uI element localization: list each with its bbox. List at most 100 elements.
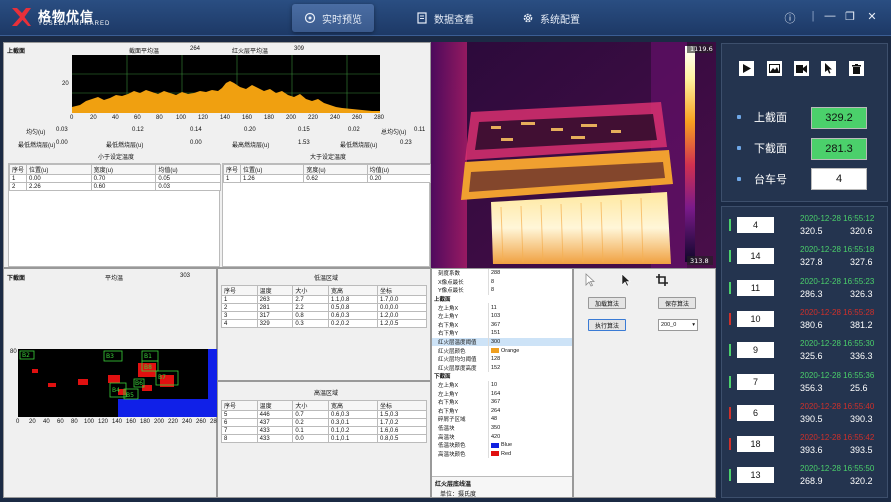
table-row[interactable]: 2 281 2.2 0.5,0.8 0.0,0.0: [221, 303, 428, 312]
timestamp: 2020-12-28 16:55:12: [800, 214, 875, 223]
property-value[interactable]: 10: [488, 380, 572, 390]
col-header: 序号: [221, 285, 258, 296]
table-row[interactable]: 3 317 0.8 0.6,0.3 1.2,0.0: [221, 311, 428, 320]
record-button[interactable]: [794, 61, 809, 76]
property-row[interactable]: 低温块颜色 Blue: [432, 440, 572, 450]
property-value[interactable]: Orange: [488, 346, 572, 355]
history-record[interactable]: 6 2020-12-28 16:55:40 390.5 390.3: [722, 399, 889, 430]
property-row[interactable]: 碎屑子区域 48: [432, 415, 572, 424]
property-value[interactable]: 350: [488, 423, 572, 433]
property-row[interactable]: Y像点最长 8: [432, 286, 572, 295]
upper-section-panel: 上截面 截面平均温 264 红火层平均温 309 20 0 20 40 60 8…: [3, 42, 432, 268]
property-value[interactable]: 152: [488, 363, 572, 373]
history-record[interactable]: 13 2020-12-28 16:55:50 268.9 320.2: [722, 461, 889, 492]
history-record[interactable]: 9 2020-12-28 16:55:30 325.6 336.3: [722, 336, 889, 367]
property-key: 高温块颜色: [438, 451, 466, 458]
property-row[interactable]: 红火层颜色 Orange: [432, 346, 572, 355]
region-label: B5: [126, 392, 134, 399]
property-row[interactable]: 红火层厚度高度 152: [432, 363, 572, 373]
pointer-icon[interactable]: [584, 273, 596, 287]
minimize-button[interactable]: —: [822, 10, 838, 22]
property-row[interactable]: 左上角Y 103: [432, 311, 572, 321]
tab-live-preview[interactable]: 实时预览: [292, 4, 374, 32]
close-button[interactable]: ✕: [864, 10, 880, 23]
property-row[interactable]: 低温块 350: [432, 423, 572, 433]
col-header: 宽高: [328, 400, 378, 411]
property-row[interactable]: 高温块颜色 Red: [432, 449, 572, 459]
property-row[interactable]: 左上角Y 164: [432, 389, 572, 398]
color-swatch: [491, 451, 499, 457]
run-algorithm-button[interactable]: 执行算法: [588, 319, 626, 331]
upper-temp: 268.9: [800, 476, 823, 487]
table-row[interactable]: 4 329 0.3 0.2,0.2 1.2,0.5: [221, 319, 428, 328]
property-category[interactable]: 上截面: [432, 295, 572, 304]
property-row[interactable]: 刻度系数 288: [432, 269, 572, 278]
history-record[interactable]: 10 2020-12-28 16:55:28 380.6 381.2: [722, 305, 889, 336]
table-row[interactable]: 1 0.00 0.70 0.05: [8, 174, 221, 183]
property-value[interactable]: 300: [488, 337, 572, 347]
property-value[interactable]: Red: [488, 449, 572, 459]
property-row[interactable]: 左上角X 11: [432, 303, 572, 312]
property-value[interactable]: 367: [488, 320, 572, 330]
property-row[interactable]: X像点最长 8: [432, 277, 572, 287]
property-row[interactable]: 红火层温度阈值 300: [432, 337, 572, 347]
stat-value: 0.14: [190, 127, 202, 133]
property-value[interactable]: 48: [488, 415, 572, 424]
property-row[interactable]: 高温块 420: [432, 432, 572, 441]
property-row[interactable]: 右下角X 367: [432, 320, 572, 330]
history-record[interactable]: 7 2020-12-28 16:55:36 356.3 25.6: [722, 368, 889, 399]
timestamp: 2020-12-28 16:55:42: [800, 433, 875, 443]
history-record[interactable]: 14 2020-12-28 16:55:18 327.8 327.6: [722, 242, 889, 273]
property-value[interactable]: Blue: [488, 440, 572, 450]
property-value[interactable]: 264: [488, 406, 572, 416]
history-record[interactable]: 4 2020-12-28 16:55:12 320.5 320.6: [722, 211, 889, 242]
tab-system-config[interactable]: 系统配置: [510, 4, 592, 32]
property-value[interactable]: 11: [488, 303, 572, 312]
algorithm-select[interactable]: 200_0 ▾: [658, 319, 698, 331]
snapshot-button[interactable]: [767, 61, 782, 76]
cursor-button[interactable]: [821, 61, 836, 76]
property-key: 高温块: [438, 434, 455, 441]
property-value[interactable]: 164: [488, 389, 572, 398]
property-row[interactable]: 左上角X 10: [432, 380, 572, 390]
table-row[interactable]: 5 446 0.7 0.6,0.3 1.5,0.3: [221, 410, 428, 419]
x-tick: 200: [286, 115, 297, 121]
history-record[interactable]: 11 2020-12-28 16:55:23 286.3 326.3: [722, 274, 889, 305]
crop-icon[interactable]: [656, 274, 668, 286]
property-row[interactable]: 右下角X 367: [432, 397, 572, 407]
tab-data-view[interactable]: 数据查看: [404, 4, 486, 32]
info-button[interactable]: ⓘ: [782, 10, 798, 26]
play-button[interactable]: [739, 61, 754, 76]
property-value[interactable]: 288: [488, 269, 572, 278]
delete-button[interactable]: [849, 61, 864, 76]
property-category[interactable]: 下截面: [432, 372, 572, 381]
table-row[interactable]: 1 1.26 0.62 0.20: [222, 174, 432, 183]
property-value[interactable]: 8: [488, 286, 572, 295]
table-cell: 1: [222, 174, 242, 183]
table-row[interactable]: 7 433 0.1 0.1,0.2 1.6,0.6: [221, 426, 428, 435]
select-arrow-icon[interactable]: [620, 273, 632, 287]
property-value[interactable]: 103: [488, 311, 572, 321]
history-record[interactable]: 18 2020-12-28 16:55:42 393.6 393.5: [722, 430, 889, 461]
save-algorithm-button[interactable]: 保存算法: [658, 297, 696, 309]
y-tick-label: 20: [62, 81, 69, 87]
property-row[interactable]: 右下角Y 151: [432, 329, 572, 338]
load-algorithm-button[interactable]: 加载算法: [588, 297, 626, 309]
upper-temp: 390.5: [800, 413, 823, 424]
table-row[interactable]: 2 2.26 0.60 0.03: [8, 182, 221, 191]
thermal-image-view[interactable]: 1119.6 313.8: [431, 42, 716, 268]
table-row[interactable]: 6 437 0.2 0.3,0.1 1.7,0.2: [221, 418, 428, 427]
property-value[interactable]: 367: [488, 397, 572, 407]
property-value[interactable]: 420: [488, 432, 572, 441]
property-value[interactable]: 8: [488, 277, 572, 287]
property-row[interactable]: 红火层均匀阈值 128: [432, 354, 572, 364]
property-value[interactable]: 128: [488, 354, 572, 364]
region-label: B4: [112, 387, 120, 394]
property-row[interactable]: 右下角Y 264: [432, 406, 572, 416]
high-temp-region-panel: 高温区域 序号 温度 大小 宽高 坐标 5 446 0.7 0.6,0.3 1.5,0.…: [217, 381, 431, 498]
property-value[interactable]: 151: [488, 329, 572, 338]
table-row[interactable]: 8 433 0.0 0.1,0.1 0.8,0.5: [221, 434, 428, 443]
restore-button[interactable]: ❐: [842, 10, 858, 23]
table-row[interactable]: 1 263 2.7 1.1,0.8 1.7,0.0: [221, 295, 428, 304]
table-cell: 1.2,0.5: [376, 319, 428, 328]
